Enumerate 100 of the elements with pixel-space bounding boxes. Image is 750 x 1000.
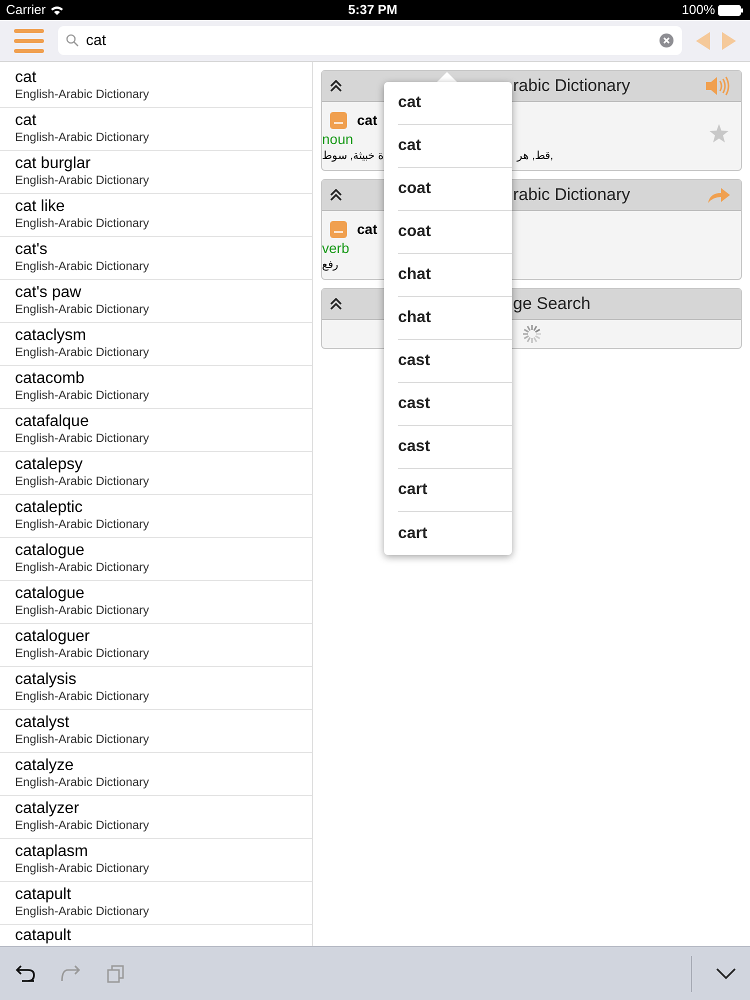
result-row[interactable]: catafalque English-Arabic Dictionary — [0, 409, 312, 452]
result-word: cataleptic — [15, 498, 84, 517]
suggestion-item[interactable]: coat — [398, 168, 512, 211]
dictionary-icon — [330, 221, 347, 238]
result-word: cataplasm — [15, 842, 89, 861]
result-row[interactable]: cat like English-Arabic Dictionary — [0, 194, 312, 237]
result-row[interactable]: catalysis English-Arabic Dictionary — [0, 667, 312, 710]
result-word: catalogue — [15, 584, 86, 603]
suggestion-item[interactable]: cast — [398, 426, 512, 469]
headword: cat — [357, 220, 378, 239]
suggestion-item[interactable]: chat — [398, 254, 512, 297]
result-source: English-Arabic Dictionary — [15, 517, 150, 532]
result-row[interactable]: cataloguer English-Arabic Dictionary — [0, 624, 312, 667]
search-field[interactable]: cat — [58, 26, 682, 55]
wifi-icon — [50, 5, 64, 15]
result-row[interactable]: catalepsy English-Arabic Dictionary — [0, 452, 312, 495]
carrier-label: Carrier — [6, 1, 46, 20]
copy-icon[interactable] — [106, 964, 126, 984]
suggestion-item[interactable]: cat — [398, 125, 512, 168]
result-row[interactable]: cat English-Arabic Dictionary — [0, 108, 312, 151]
result-word: cat — [15, 68, 38, 87]
result-source: English-Arabic Dictionary — [15, 904, 150, 919]
result-word: cataloguer — [15, 627, 91, 646]
suggestion-item[interactable]: cart — [398, 469, 512, 512]
result-row[interactable]: catalyst English-Arabic Dictionary — [0, 710, 312, 753]
result-source: English-Arabic Dictionary — [15, 431, 150, 446]
collapse-icon[interactable] — [330, 80, 342, 92]
result-word: catalyst — [15, 713, 70, 732]
arabic-meaning: قط, هر, — [517, 149, 554, 164]
suggestion-item[interactable]: cast — [398, 340, 512, 383]
undo-icon[interactable] — [14, 964, 36, 982]
result-row[interactable]: catacomb English-Arabic Dictionary — [0, 366, 312, 409]
forward-arrow-icon[interactable] — [722, 32, 736, 50]
result-source: English-Arabic Dictionary — [15, 861, 150, 876]
suggestion-item[interactable]: chat — [398, 297, 512, 340]
result-row[interactable]: catalogue English-Arabic Dictionary — [0, 538, 312, 581]
result-word: cataclysm — [15, 326, 88, 345]
speaker-icon[interactable] — [705, 76, 731, 96]
part-of-speech: verb — [322, 240, 350, 257]
star-icon[interactable] — [709, 124, 729, 143]
suggestion-item[interactable]: cast — [398, 383, 512, 426]
result-row[interactable]: cat's English-Arabic Dictionary — [0, 237, 312, 280]
result-word: cat — [15, 111, 38, 130]
result-row[interactable]: cataclysm English-Arabic Dictionary — [0, 323, 312, 366]
result-word: cat's — [15, 240, 48, 259]
result-word: catalogue — [15, 541, 86, 560]
suggestion-item[interactable]: coat — [398, 211, 512, 254]
result-source: English-Arabic Dictionary — [15, 732, 150, 747]
result-word: cat like — [15, 197, 66, 216]
result-word: catalyzer — [15, 799, 80, 818]
result-word: catafalque — [15, 412, 90, 431]
result-row[interactable]: catapult English-Arabic Dictionary — [0, 882, 312, 925]
result-row[interactable]: cat English-Arabic Dictionary — [0, 65, 312, 108]
redo-icon[interactable] — [60, 964, 82, 982]
back-arrow-icon[interactable] — [696, 32, 710, 50]
result-source: English-Arabic Dictionary — [15, 560, 150, 575]
result-source: English-Arabic Dictionary — [15, 173, 150, 188]
headword: cat — [357, 111, 378, 130]
battery-icon — [718, 4, 744, 16]
collapse-icon[interactable] — [330, 189, 342, 201]
result-source: English-Arabic Dictionary — [15, 130, 150, 145]
result-source: English-Arabic Dictionary — [15, 302, 150, 317]
result-row[interactable]: cataleptic English-Arabic Dictionary — [0, 495, 312, 538]
section-title: rabic Dictionary — [513, 75, 630, 98]
dictionary-icon — [330, 112, 347, 129]
arabic-meaning: ة خبيثة, سوط — [322, 149, 384, 164]
search-icon — [66, 34, 79, 47]
arabic-meaning: رفع — [322, 258, 338, 273]
result-row[interactable]: cat burglar English-Arabic Dictionary — [0, 151, 312, 194]
clear-icon[interactable] — [659, 33, 674, 48]
result-row[interactable]: cataplasm English-Arabic Dictionary — [0, 839, 312, 882]
suggestion-item[interactable]: cart — [398, 512, 512, 555]
chevron-down-icon[interactable] — [716, 968, 736, 980]
result-source: English-Arabic Dictionary — [15, 216, 150, 231]
loading-spinner-icon — [522, 324, 542, 344]
result-row[interactable]: catapult — [0, 925, 312, 946]
section-title: rabic Dictionary — [513, 184, 630, 206]
result-source: English-Arabic Dictionary — [15, 775, 150, 790]
result-word: catalysis — [15, 670, 78, 689]
result-word: cat burglar — [15, 154, 92, 173]
result-word: catacomb — [15, 369, 86, 388]
result-word: catapult — [15, 885, 72, 904]
result-source: English-Arabic Dictionary — [15, 818, 150, 833]
battery-percent: 100% — [682, 1, 715, 20]
result-source: English-Arabic Dictionary — [15, 259, 150, 274]
collapse-icon[interactable] — [330, 298, 342, 310]
section-title: ge Search — [513, 293, 590, 316]
menu-icon[interactable] — [14, 28, 44, 52]
result-row[interactable]: cat's paw English-Arabic Dictionary — [0, 280, 312, 323]
result-row[interactable]: catalyzer English-Arabic Dictionary — [0, 796, 312, 839]
result-source: English-Arabic Dictionary — [15, 388, 150, 403]
result-word: catalepsy — [15, 455, 84, 474]
share-arrow-icon[interactable] — [707, 187, 731, 203]
result-row[interactable]: catalyze English-Arabic Dictionary — [0, 753, 312, 796]
result-source: English-Arabic Dictionary — [15, 603, 150, 618]
suggestion-item[interactable]: cat — [398, 82, 512, 125]
result-source: English-Arabic Dictionary — [15, 646, 150, 661]
clock: 5:37 PM — [348, 1, 398, 20]
result-source: English-Arabic Dictionary — [15, 87, 150, 102]
result-row[interactable]: catalogue English-Arabic Dictionary — [0, 581, 312, 624]
